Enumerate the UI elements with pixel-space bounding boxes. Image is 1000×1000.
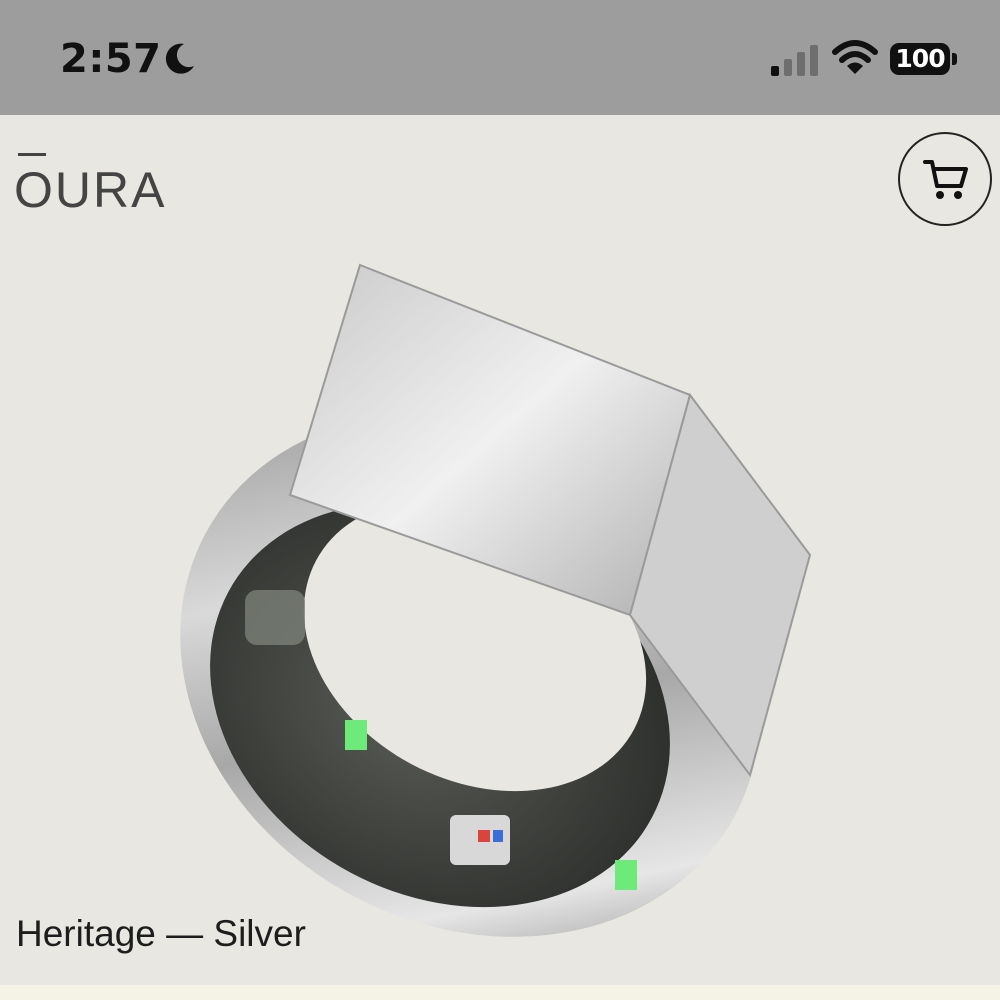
app-body: OURA Heritage — Silver [0,115,1000,985]
cart-icon [923,160,968,199]
product-name: Heritage — Silver [16,913,306,954]
wifi-icon [832,40,878,74]
ring-product-image [180,263,812,937]
battery-icon: 100 [890,43,950,75]
oura-logo[interactable]: OURA [14,161,166,219]
battery-cap [952,53,957,65]
status-bar: 2:57 100 [0,0,1000,115]
logo-macron [18,153,46,156]
cart-button[interactable] [898,132,992,226]
moon-icon [165,43,194,74]
status-time: 2:57 [60,36,162,82]
cellular-signal-icon [771,45,818,76]
bottom-strip [0,985,1000,1000]
